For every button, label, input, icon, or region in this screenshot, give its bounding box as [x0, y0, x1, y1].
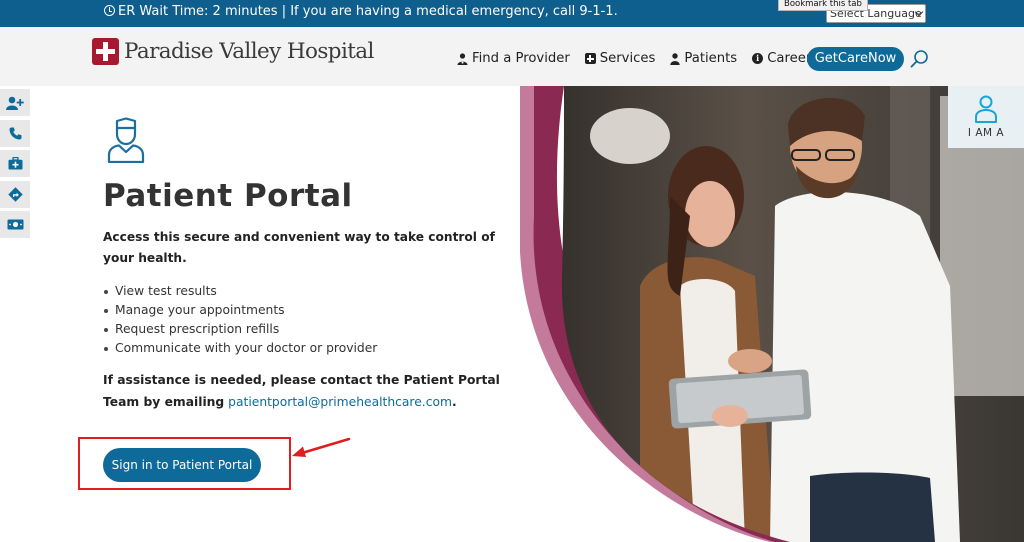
annotation-arrow-icon: [292, 437, 351, 457]
nav-label: Find a Provider: [472, 51, 570, 66]
list-item: Manage your appointments: [103, 301, 377, 320]
clock-icon: [104, 5, 115, 16]
add-user-icon: [6, 96, 24, 110]
nav-services[interactable]: Services: [584, 51, 656, 66]
portal-features-list: View test results Manage your appointmen…: [103, 282, 377, 358]
portal-intro: Access this secure and convenient way to…: [103, 230, 495, 265]
portal-email-link[interactable]: patientportal@primehealthcare.com: [228, 395, 452, 409]
er-wait-text: ER Wait Time: 2 minutes | If you are hav…: [118, 4, 618, 19]
list-item: Communicate with your doctor or provider: [103, 339, 377, 358]
doctor-icon: [457, 52, 468, 65]
info-icon: i: [752, 53, 764, 64]
nav-find-a-provider[interactable]: Find a Provider: [457, 51, 570, 66]
assistance-text: If assistance is needed, please contact …: [103, 369, 503, 413]
i-am-a-widget[interactable]: I AM A: [948, 86, 1024, 148]
main-nav: Find a Provider Services Patients i Care…: [457, 51, 833, 66]
nav-patients[interactable]: Patients: [670, 51, 737, 66]
assistance-end: .: [451, 395, 457, 409]
person-icon: [670, 52, 681, 65]
page-title: Patient Portal: [103, 178, 353, 214]
phone-icon: [9, 127, 21, 139]
bookmark-tooltip: Bookmark this tab: [778, 0, 868, 11]
sidebar-item-phone[interactable]: [0, 119, 30, 147]
quick-links-sidebar: [0, 89, 30, 242]
plus-square-icon: [584, 53, 596, 64]
site-header: Paradise Valley Hospital Find a Provider…: [0, 27, 1024, 86]
nav-label: Services: [599, 51, 656, 66]
logo-text: Paradise Valley Hospital: [124, 39, 374, 64]
i-am-a-label: I AM A: [967, 127, 1005, 139]
get-care-now-button[interactable]: GetCareNow: [807, 47, 904, 71]
hero-photo: [520, 86, 1024, 542]
sign-in-patient-portal-button[interactable]: Sign in to Patient Portal: [103, 448, 261, 482]
nav-label: Patients: [684, 51, 738, 66]
top-alert-bar: ER Wait Time: 2 minutes | If you are hav…: [0, 0, 1024, 27]
person-outline-icon: [975, 95, 997, 123]
search-icon[interactable]: [910, 49, 929, 68]
sidebar-item-billing[interactable]: [0, 211, 30, 238]
hospital-logo[interactable]: Paradise Valley Hospital: [92, 38, 374, 65]
medical-kit-icon: [8, 157, 22, 170]
cross-logo-icon: [92, 38, 119, 65]
directions-icon: [7, 186, 23, 202]
list-item: View test results: [103, 282, 377, 301]
sidebar-item-medical-kit[interactable]: [0, 150, 30, 177]
er-wait-alert: ER Wait Time: 2 minutes | If you are hav…: [104, 4, 618, 19]
sidebar-item-add-user[interactable]: [0, 89, 30, 116]
doctor-outline-icon: [107, 117, 145, 163]
sidebar-item-directions[interactable]: [0, 180, 30, 208]
list-item: Request prescription refills: [103, 320, 377, 339]
money-bill-icon: [7, 219, 23, 230]
